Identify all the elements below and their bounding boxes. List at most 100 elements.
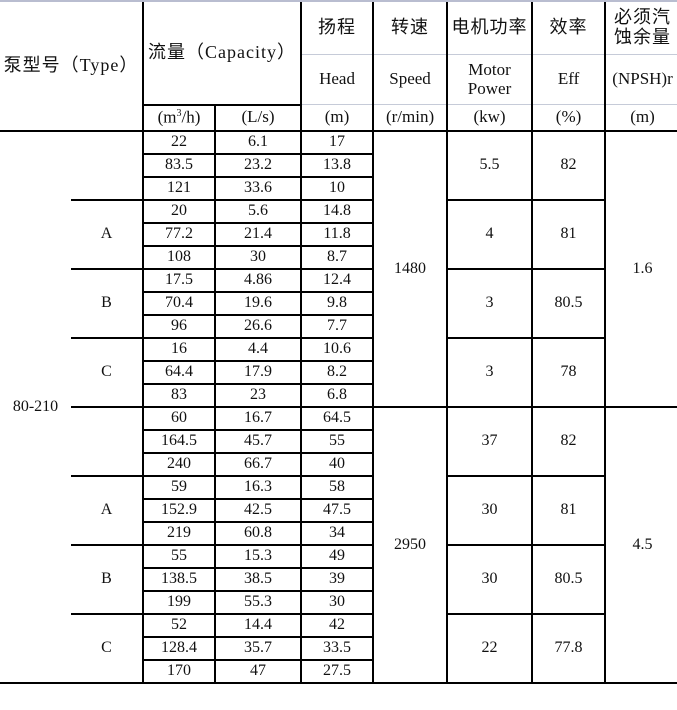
head-cell: 13.8	[300, 152, 375, 178]
capacity-m3h-cell: 16	[142, 336, 217, 362]
speed-cell: 2950	[372, 405, 449, 684]
efficiency-cell: 81	[531, 198, 607, 270]
capacity-m3h-cell: 164.5	[142, 428, 217, 454]
capacity-unit-ls: (L/s)	[214, 103, 303, 132]
motor-power-cell: 37	[446, 405, 534, 477]
capacity-ls-cell: 23	[214, 382, 303, 408]
capacity-ls-cell: 38.5	[214, 566, 303, 592]
head-cell: 33.5	[300, 635, 375, 661]
table-row: 60 16.7 64.5 2950 37 82 4.5	[0, 405, 677, 684]
head-header-en: Head	[300, 54, 375, 105]
head-cell: 55	[300, 428, 375, 454]
speed-header-zh: 转速	[372, 2, 449, 55]
capacity-ls-cell: 47	[214, 658, 303, 684]
capacity-m3h-cell: 199	[142, 589, 217, 615]
head-cell: 27.5	[300, 658, 375, 684]
head-cell: 10.6	[300, 336, 375, 362]
type-header: 泵型号（Type）	[0, 2, 145, 132]
head-header-zh: 扬程	[300, 2, 375, 55]
motor-power-cell: 5.5	[446, 129, 534, 201]
capacity-ls-cell: 15.3	[214, 543, 303, 569]
capacity-ls-cell: 4.4	[214, 336, 303, 362]
variant-type-cell	[71, 129, 144, 201]
head-cell: 39	[300, 566, 375, 592]
capacity-ls-cell: 16.7	[214, 405, 303, 431]
head-cell: 14.8	[300, 198, 375, 224]
capacity-ls-cell: 55.3	[214, 589, 303, 615]
head-cell: 8.7	[300, 244, 375, 270]
capacity-ls-cell: 4.86	[214, 267, 303, 293]
capacity-m3h-cell: 17.5	[142, 267, 217, 293]
variant-type-cell: C	[71, 336, 144, 408]
head-cell: 49	[300, 543, 375, 569]
power-header-en: Motor Power	[446, 54, 534, 105]
variant-type-cell: A	[71, 198, 144, 270]
capacity-ls-cell: 21.4	[214, 221, 303, 247]
power-unit: (kw)	[446, 104, 534, 132]
capacity-m3h-cell: 83	[142, 382, 217, 408]
variant-type-cell: C	[71, 612, 144, 684]
capacity-m3h-cell: 55	[142, 543, 217, 569]
capacity-m3h-cell: 60	[142, 405, 217, 431]
capacity-ls-cell: 5.6	[214, 198, 303, 224]
head-cell: 9.8	[300, 290, 375, 316]
efficiency-cell: 77.8	[531, 612, 607, 684]
head-cell: 30	[300, 589, 375, 615]
npsh-cell: 4.5	[604, 405, 677, 684]
npsh-zh-line2: 蚀余量	[614, 27, 672, 47]
capacity-m3h-cell: 22	[142, 129, 217, 155]
capacity-ls-cell: 26.6	[214, 313, 303, 339]
speed-unit: (r/min)	[372, 104, 449, 132]
npsh-zh-line1: 必须汽	[614, 7, 672, 28]
power-header-zh: 电机功率	[446, 2, 534, 55]
capacity-unit-m3h: (m3/h)	[142, 103, 217, 132]
capacity-m3h-cell: 83.5	[142, 152, 217, 178]
model-cell: 80-210	[0, 129, 71, 684]
capacity-m3h-cell: 70.4	[142, 290, 217, 316]
head-cell: 8.2	[300, 359, 375, 385]
head-unit: (m)	[300, 104, 375, 132]
npsh-header-zh: 必须汽 蚀余量	[604, 2, 677, 55]
efficiency-cell: 80.5	[531, 267, 607, 339]
capacity-ls-cell: 33.6	[214, 175, 303, 201]
efficiency-cell: 80.5	[531, 543, 607, 615]
table-row: C 52 14.4 42 22 77.8	[0, 612, 677, 684]
capacity-ls-cell: 60.8	[214, 520, 303, 546]
capacity-m3h-cell: 20	[142, 198, 217, 224]
head-cell: 17	[300, 129, 375, 155]
power-en-line1: Motor	[468, 59, 511, 79]
eff-unit: (%)	[531, 104, 607, 132]
head-cell: 11.8	[300, 221, 375, 247]
capacity-ls-cell: 19.6	[214, 290, 303, 316]
capacity-m3h-cell: 64.4	[142, 359, 217, 385]
table-row: C 16 4.4 10.6 3 78	[0, 336, 677, 408]
head-cell: 12.4	[300, 267, 375, 293]
head-cell: 47.5	[300, 497, 375, 523]
npsh-unit: (m)	[604, 104, 677, 132]
npsh-header-en: (NPSH)r	[604, 54, 677, 105]
efficiency-cell: 82	[531, 405, 607, 477]
motor-power-cell: 3	[446, 336, 534, 408]
capacity-m3h-cell: 96	[142, 313, 217, 339]
head-cell: 42	[300, 612, 375, 638]
capacity-ls-cell: 30	[214, 244, 303, 270]
variant-type-cell: B	[71, 267, 144, 339]
motor-power-cell: 3	[446, 267, 534, 339]
table-row: A 59 16.3 58 30 81	[0, 474, 677, 546]
npsh-cell: 1.6	[604, 129, 677, 408]
table-row: 80-210 22 6.1 17 1480 5.5 82 1.6	[0, 129, 677, 684]
head-cell: 34	[300, 520, 375, 546]
motor-power-cell: 22	[446, 612, 534, 684]
head-cell: 64.5	[300, 405, 375, 431]
capacity-ls-cell: 6.1	[214, 129, 303, 155]
motor-power-cell: 30	[446, 474, 534, 546]
head-cell: 40	[300, 451, 375, 477]
capacity-m3h-cell: 170	[142, 658, 217, 684]
capacity-m3h-cell: 219	[142, 520, 217, 546]
capacity-ls-cell: 23.2	[214, 152, 303, 178]
power-en-line2: Power	[467, 78, 512, 98]
pump-performance-table: 泵型号（Type） 流量（Capacity） 扬程 转速 电机功率 效率 必须汽…	[0, 2, 677, 684]
capacity-m3h-cell: 152.9	[142, 497, 217, 523]
capacity-ls-cell: 66.7	[214, 451, 303, 477]
unit-prefix: (m	[157, 107, 177, 127]
